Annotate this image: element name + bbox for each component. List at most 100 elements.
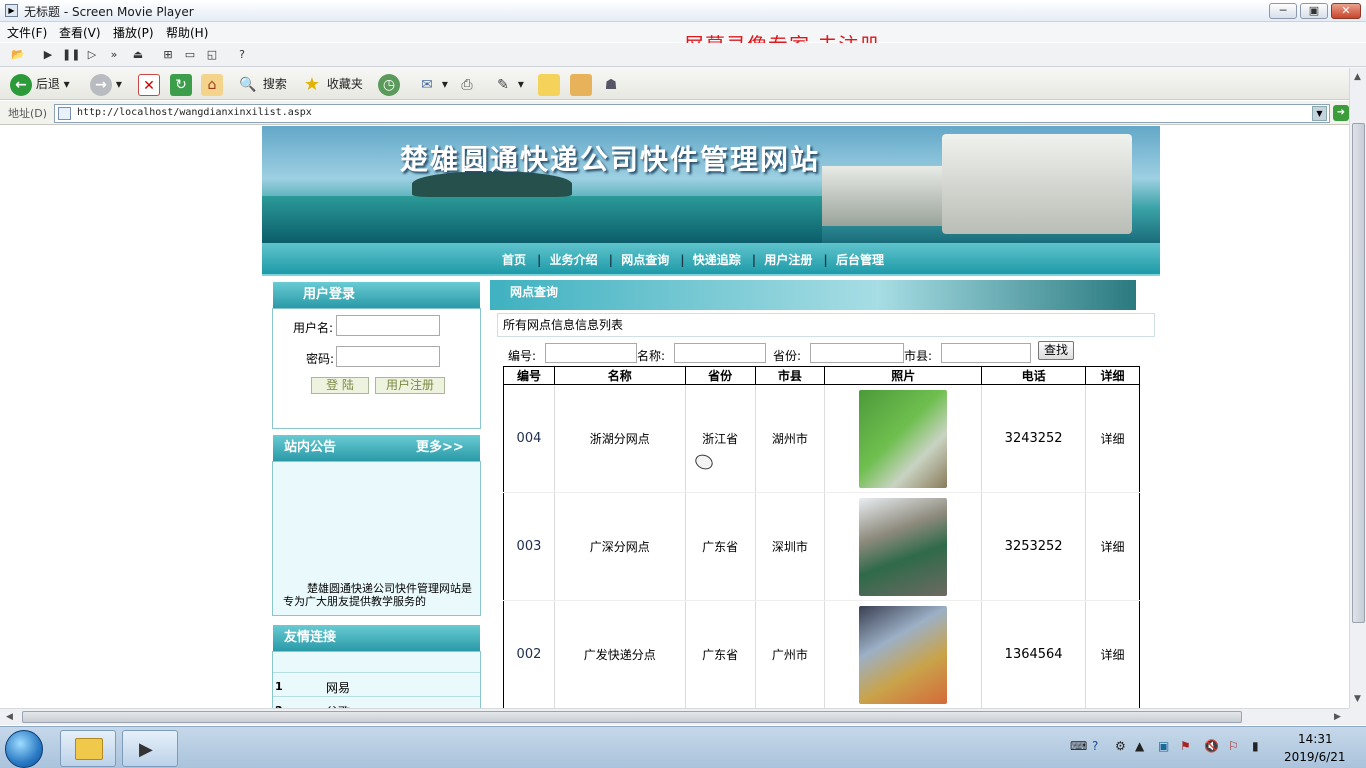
clock-date[interactable]: 2019/6/21 bbox=[1284, 750, 1346, 764]
flag-tray-icon[interactable]: ⚐ bbox=[1228, 739, 1239, 753]
taskbar-player-button[interactable]: ▶ bbox=[122, 730, 178, 767]
home-button[interactable]: ⌂ bbox=[201, 72, 223, 96]
eject-icon[interactable]: ⏏ bbox=[130, 47, 146, 63]
page-icon bbox=[58, 107, 71, 120]
stop-button[interactable]: ✕ bbox=[138, 72, 160, 96]
nav-admin[interactable]: 后台管理 bbox=[836, 253, 884, 267]
back-button[interactable]: ← 后退 ▾ bbox=[10, 72, 70, 96]
messenger-button[interactable]: ☗ bbox=[600, 72, 622, 96]
go-icon[interactable]: ➜ bbox=[1333, 105, 1349, 121]
notice-panel: 楚雄圆通快递公司快件管理网站是专为广大朋友提供教学服务的 bbox=[272, 461, 481, 616]
cell-province: 浙江省 bbox=[684, 384, 755, 493]
link-netease[interactable]: 网易 bbox=[326, 679, 350, 696]
search-province-input[interactable] bbox=[810, 343, 904, 363]
menu-view[interactable]: 查看(V) bbox=[59, 24, 101, 41]
print-button[interactable]: ⎙ bbox=[456, 72, 478, 96]
forward-button[interactable]: → ▾ bbox=[90, 72, 122, 96]
username-input[interactable] bbox=[336, 315, 440, 336]
menu-help[interactable]: 帮助(H) bbox=[166, 24, 208, 41]
nav-outlet-query[interactable]: 网点查询 bbox=[621, 253, 669, 267]
address-dropdown-icon[interactable]: ▼ bbox=[1312, 106, 1327, 121]
edit-button[interactable]: ✎ ▾ bbox=[492, 72, 524, 96]
section-title: 网点查询 bbox=[490, 280, 1136, 310]
search-row: 编号: 名称: 省份: 市县: 查找 bbox=[497, 340, 1155, 366]
window-mode-icon[interactable]: ◱ bbox=[204, 47, 220, 63]
clock-time[interactable]: 14:31 bbox=[1298, 732, 1333, 746]
discuss-button[interactable] bbox=[538, 72, 560, 96]
cell-id: 003 bbox=[503, 492, 555, 601]
favorites-button[interactable]: ★ 收藏夹 bbox=[301, 72, 363, 96]
taskbar: ▶ ⌨ ? ⚙ ▲ ▣ ⚑ 🔇 ⚐ ▮ 14:31 2019/6/21 bbox=[0, 726, 1366, 768]
nav-register[interactable]: 用户注册 bbox=[764, 253, 812, 267]
detail-link[interactable]: 详细 bbox=[1085, 492, 1140, 601]
keyboard-icon[interactable]: ⌨ bbox=[1070, 739, 1087, 753]
detail-link[interactable]: 详细 bbox=[1085, 600, 1140, 708]
table-header-row: 编号 名称 省份 市县 照片 电话 详细 bbox=[503, 366, 1140, 385]
search-name-input[interactable] bbox=[674, 343, 766, 363]
nav-home[interactable]: 首页 bbox=[502, 253, 526, 267]
notice-more-link[interactable]: 更多>> bbox=[416, 435, 464, 461]
scroll-down-icon[interactable]: ▼ bbox=[1354, 694, 1361, 704]
fast-forward-icon[interactable]: » bbox=[106, 47, 122, 63]
search-button[interactable]: 查找 bbox=[1038, 341, 1074, 360]
maximize-button[interactable]: ▣ bbox=[1300, 3, 1328, 19]
show-hidden-icons[interactable]: ▲ bbox=[1135, 739, 1144, 753]
history-button[interactable]: ◷ bbox=[378, 72, 400, 96]
password-label: 密码: bbox=[306, 352, 335, 366]
close-button[interactable]: ✕ bbox=[1331, 3, 1361, 19]
tray-icon[interactable]: ⚙ bbox=[1115, 739, 1126, 753]
search-id-input[interactable] bbox=[545, 343, 637, 363]
player-icon: ▶ bbox=[139, 739, 153, 760]
fullscreen-icon[interactable]: ▭ bbox=[182, 47, 198, 63]
refresh-button[interactable]: ↻ bbox=[170, 72, 192, 96]
detail-link[interactable]: 详细 bbox=[1085, 384, 1140, 493]
menu-file[interactable]: 文件(F) bbox=[7, 24, 47, 41]
link-number: 1 bbox=[275, 680, 283, 693]
menu-play[interactable]: 播放(P) bbox=[113, 24, 154, 41]
vertical-scroll-thumb[interactable] bbox=[1352, 123, 1365, 623]
signal-icon[interactable]: ▮ bbox=[1252, 739, 1259, 753]
research-button[interactable] bbox=[570, 72, 592, 96]
scroll-up-icon[interactable]: ▲ bbox=[1354, 72, 1361, 82]
favorites-label: 收藏夹 bbox=[326, 77, 363, 91]
login-button[interactable]: 登 陆 bbox=[311, 377, 369, 394]
step-forward-icon[interactable]: ▷ bbox=[84, 47, 100, 63]
password-input[interactable] bbox=[336, 346, 440, 367]
col-photo: 照片 bbox=[824, 366, 983, 385]
start-button-icon[interactable] bbox=[5, 730, 43, 768]
minimize-button[interactable]: ─ bbox=[1269, 3, 1297, 19]
taskbar-explorer-button[interactable] bbox=[60, 730, 116, 767]
play-icon[interactable]: ▶ bbox=[40, 47, 56, 63]
cell-province: 广东省 bbox=[684, 600, 755, 708]
search-button[interactable]: 🔍 搜索 bbox=[237, 72, 287, 96]
search-city-input[interactable] bbox=[941, 343, 1031, 363]
open-icon[interactable]: 📂 bbox=[10, 47, 26, 63]
mail-button[interactable]: ✉ ▾ bbox=[416, 72, 448, 96]
horizontal-scrollbar[interactable]: ◀ ▶ bbox=[0, 708, 1349, 725]
cell-city: 湖州市 bbox=[754, 384, 825, 493]
notice-text: 楚雄圆通快递公司快件管理网站是专为广大朋友提供教学服务的 bbox=[283, 582, 472, 608]
help-tray-icon[interactable]: ? bbox=[1092, 739, 1098, 753]
address-input[interactable]: http://localhost/wangdianxinxilist.aspx … bbox=[54, 104, 1330, 123]
messenger-icon: ☗ bbox=[604, 76, 618, 93]
scroll-right-icon[interactable]: ▶ bbox=[1334, 712, 1341, 722]
pause-icon[interactable]: ❚❚ bbox=[62, 47, 80, 63]
horizontal-scroll-thumb[interactable] bbox=[22, 711, 1242, 723]
scroll-left-icon[interactable]: ◀ bbox=[6, 712, 13, 722]
help-icon[interactable]: ? bbox=[234, 47, 250, 63]
site-nav: 首页 | 业务介绍 | 网点查询 | 快递追踪 | 用户注册 | 后台管理 bbox=[262, 243, 1160, 276]
url-text: http://localhost/wangdianxinxilist.aspx bbox=[77, 107, 312, 118]
zoom-icon[interactable]: ⊞ bbox=[160, 47, 176, 63]
nav-business[interactable]: 业务介绍 bbox=[550, 253, 598, 267]
network-tray-icon[interactable]: ▣ bbox=[1158, 739, 1169, 753]
window-title: 无标题 - Screen Movie Player bbox=[24, 5, 194, 19]
vertical-scrollbar[interactable]: ▲ ▼ bbox=[1349, 68, 1366, 708]
register-button[interactable]: 用户注册 bbox=[375, 377, 445, 394]
list-title: 所有网点信息信息列表 bbox=[497, 313, 1155, 337]
nav-tracking[interactable]: 快递追踪 bbox=[693, 253, 741, 267]
col-city: 市县 bbox=[754, 366, 826, 385]
volume-icon[interactable]: 🔇 bbox=[1204, 739, 1219, 753]
back-label: 后退 bbox=[35, 77, 60, 91]
folder-icon bbox=[75, 738, 103, 760]
security-tray-icon[interactable]: ⚑ bbox=[1180, 739, 1191, 753]
